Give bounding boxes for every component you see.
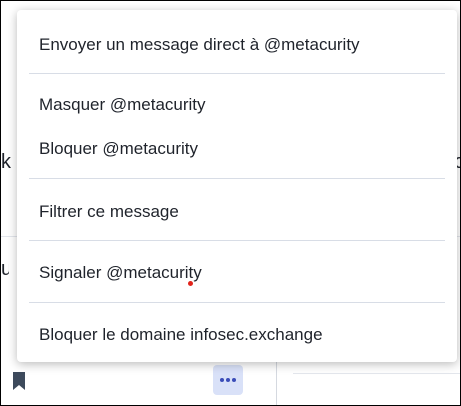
more-options-button[interactable]: [213, 365, 243, 395]
menu-separator: [29, 302, 445, 303]
menu-separator: [29, 73, 445, 74]
menu-separator: [29, 240, 445, 241]
screenshot-frame: k c u Envoyer un message direct à @metac…: [0, 0, 461, 406]
background-divider: [293, 373, 460, 374]
menu-item-report-user[interactable]: Signaler @metacurity: [39, 262, 202, 284]
menu-separator: [29, 178, 445, 179]
ellipsis-icon: [232, 378, 236, 382]
menu-item-mute-user[interactable]: Masquer @metacurity: [39, 94, 206, 116]
menu-item-block-domain[interactable]: Bloquer le domaine infosec.exchange: [39, 324, 323, 346]
ellipsis-icon: [226, 378, 230, 382]
background-divider: [1, 236, 17, 237]
menu-item-block-user[interactable]: Bloquer @metacurity: [39, 138, 198, 160]
background-text-fragment: k: [1, 151, 11, 173]
menu-item-filter-post[interactable]: Filtrer ce message: [39, 201, 179, 223]
background-column-divider: [276, 356, 277, 405]
menu-item-direct-message[interactable]: Envoyer un message direct à @metacurity: [39, 34, 360, 56]
bookmark-icon[interactable]: [12, 372, 26, 390]
background-text-fragment: u: [1, 255, 9, 283]
ellipsis-icon: [220, 378, 224, 382]
post-actions-menu: Envoyer un message direct à @metacurity …: [17, 10, 457, 362]
cursor-marker: [188, 281, 193, 286]
